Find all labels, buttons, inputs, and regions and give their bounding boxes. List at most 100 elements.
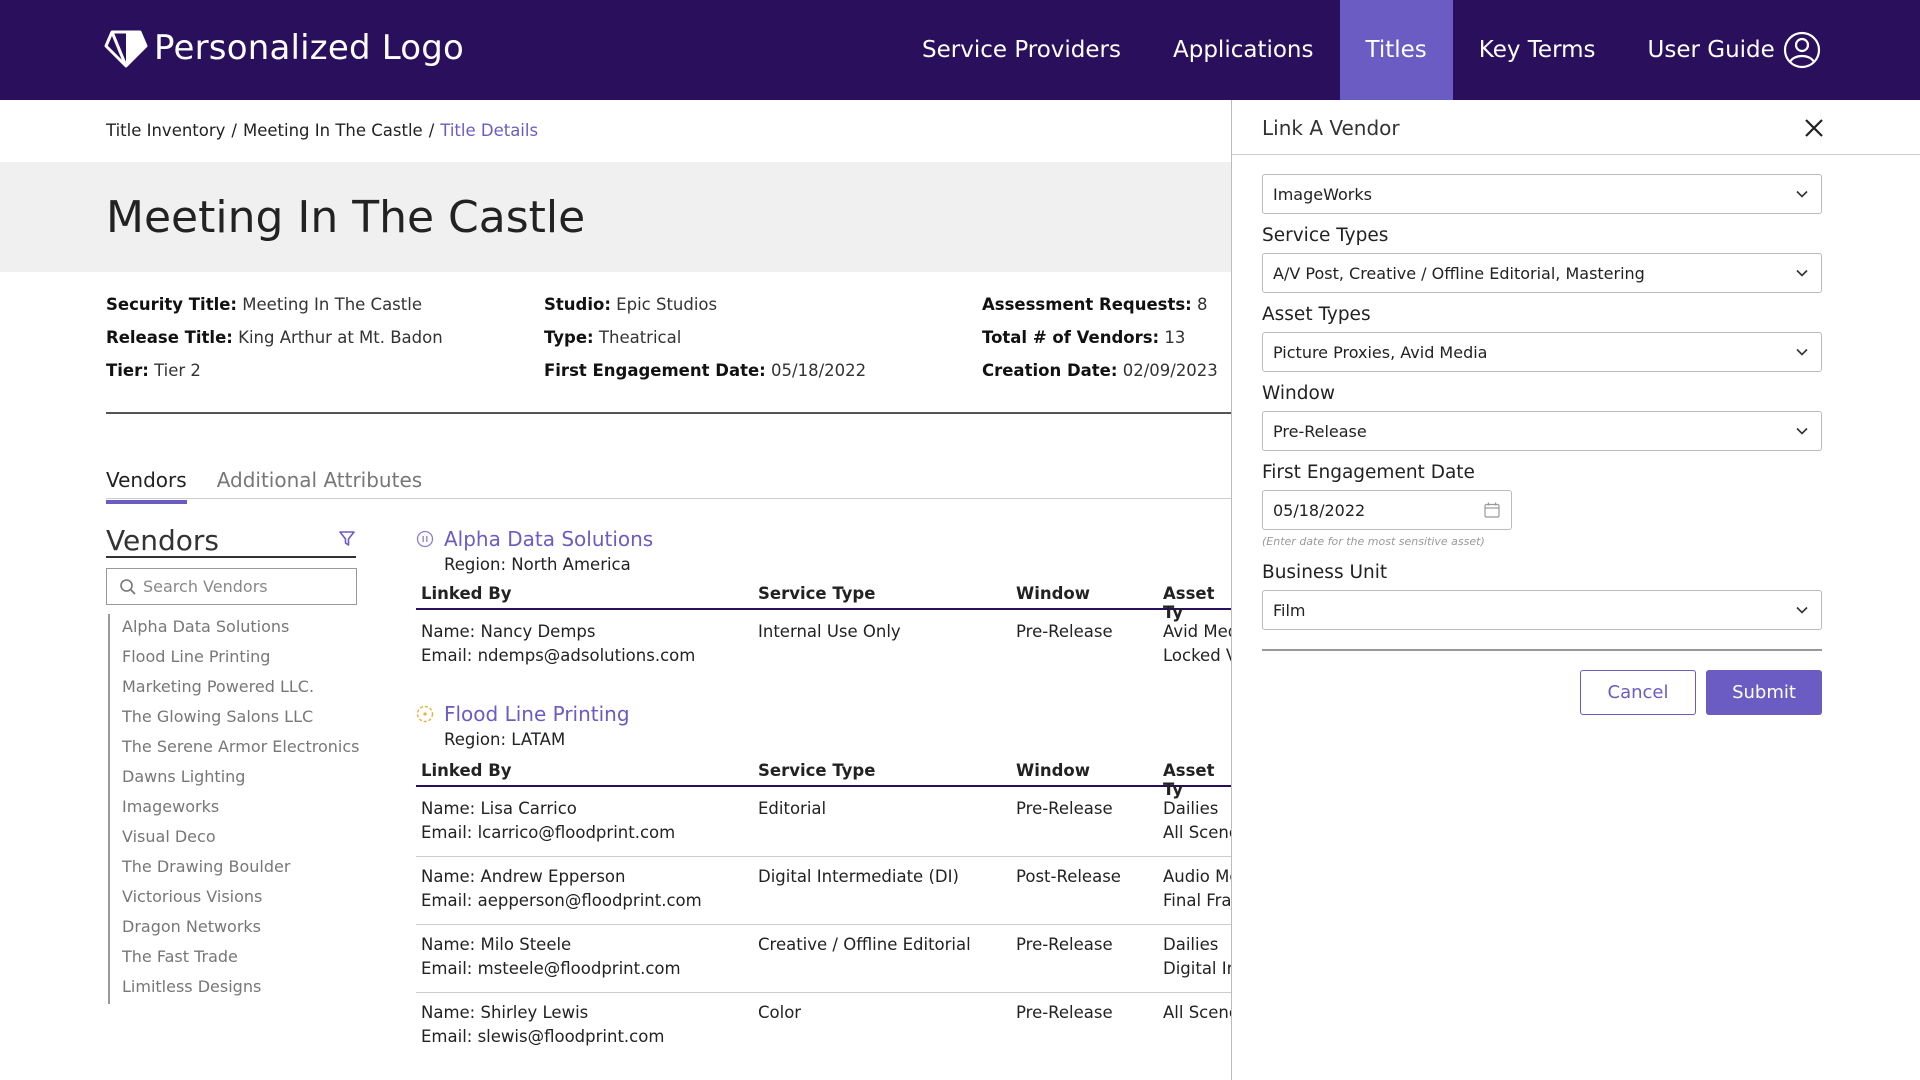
chevron-down-icon (1796, 427, 1808, 435)
first-engagement-date-input[interactable]: 05/18/2022 (1262, 490, 1512, 530)
vendor-list-item[interactable]: Visual Deco (122, 824, 359, 854)
in-progress-status-icon (416, 705, 434, 723)
linked-by-email: Email: ndemps@adsolutions.com (421, 646, 696, 665)
asset-types-cell: Dailies All Scene (1163, 797, 1232, 845)
first-engagement-date-value: 05/18/2022 (1273, 500, 1366, 520)
vendor-group-header: Alpha Data Solutions (416, 527, 653, 551)
vendor-list-item[interactable]: The Glowing Salons LLC (122, 704, 359, 734)
detail-value: Tier 2 (154, 361, 201, 380)
service-types-value: A/V Post, Creative / Offline Editorial, … (1273, 263, 1645, 283)
vendor-list-item[interactable]: Dawns Lighting (122, 764, 359, 794)
asset-type: Locked V (1163, 646, 1232, 665)
calendar-icon[interactable] (1483, 501, 1501, 519)
vendor-select[interactable]: ImageWorks (1262, 174, 1822, 214)
page-title: Meeting In The Castle (106, 192, 586, 243)
nav-key-terms[interactable]: Key Terms (1453, 0, 1622, 100)
asset-types-value: Picture Proxies, Avid Media (1273, 342, 1488, 362)
detail-value: 05/18/2022 (771, 361, 867, 380)
column-header-service-type: Service Type (758, 584, 876, 603)
linked-by-email: Email: msteele@floodprint.com (421, 959, 681, 978)
vendor-list: Alpha Data Solutions Flood Line Printing… (108, 614, 359, 1004)
vendor-list-item[interactable]: The Fast Trade (122, 944, 359, 974)
asset-type: Dailies (1163, 935, 1219, 954)
detail-label: First Engagement Date: (544, 361, 766, 380)
submit-button[interactable]: Submit (1706, 670, 1822, 715)
vendor-list-item[interactable]: Dragon Networks (122, 914, 359, 944)
linked-by-name: Name: Shirley Lewis (421, 1003, 589, 1022)
breadcrumb-title-inventory[interactable]: Title Inventory (106, 121, 225, 140)
column-header-linked-by: Linked By (421, 584, 512, 603)
vendor-list-item[interactable]: Flood Line Printing (122, 644, 359, 674)
detail-value: Theatrical (598, 328, 682, 347)
window-select[interactable]: Pre-Release (1262, 411, 1822, 451)
asset-types-cell: Avid Med Locked V (1163, 620, 1232, 668)
vendor-list-item[interactable]: The Serene Armor Electronics (122, 734, 359, 764)
column-header-window: Window (1016, 584, 1090, 603)
asset-types-label: Asset Types (1262, 304, 1371, 325)
vendor-group-name[interactable]: Alpha Data Solutions (444, 527, 653, 551)
service-types-label: Service Types (1262, 225, 1389, 246)
vendors-sidebar-header: Vendors (106, 524, 356, 558)
nav-user-guide[interactable]: User Guide (1622, 0, 1801, 100)
vendor-list-item[interactable]: Alpha Data Solutions (122, 614, 359, 644)
service-type-cell: Creative / Offline Editorial (758, 935, 971, 954)
linked-by-email: Email: aepperson@floodprint.com (421, 891, 702, 910)
breadcrumb-separator: / (231, 121, 237, 140)
filter-icon[interactable] (338, 530, 356, 548)
linked-by-email: Email: slewis@floodprint.com (421, 1027, 665, 1046)
close-icon[interactable] (1802, 116, 1826, 140)
vendor-search-input[interactable] (143, 577, 343, 596)
detail-value: 8 (1197, 295, 1208, 314)
service-types-select[interactable]: A/V Post, Creative / Offline Editorial, … (1262, 253, 1822, 293)
vendor-region: Region: North America (444, 555, 631, 574)
vendors-sidebar-title: Vendors (106, 524, 219, 557)
vendor-region: Region: LATAM (444, 730, 566, 749)
vendor-list-item[interactable]: Marketing Powered LLC. (122, 674, 359, 704)
nav-applications[interactable]: Applications (1147, 0, 1340, 100)
detail-studio: Studio: Epic Studios (544, 295, 866, 328)
vendor-list-item[interactable]: Limitless Designs (122, 974, 359, 1004)
nav-service-providers[interactable]: Service Providers (896, 0, 1147, 100)
detail-label: Release Title: (106, 328, 233, 347)
asset-types-cell: Audio Mo Final Fra (1163, 865, 1232, 913)
asset-types-cell: Dailies Digital In (1163, 933, 1232, 981)
tab-additional-attributes[interactable]: Additional Attributes (217, 468, 423, 504)
detail-value: Epic Studios (616, 295, 718, 314)
details-divider (106, 412, 1232, 414)
vendor-table-header: Linked By Service Type Window Asset Ty (416, 761, 1232, 799)
detail-label: Assessment Requests: (982, 295, 1192, 314)
window-cell: Pre-Release (1016, 1003, 1113, 1022)
tabs: Vendors Additional Attributes (106, 468, 452, 504)
service-type-cell: Digital Intermediate (DI) (758, 867, 959, 886)
main-nav: Service Providers Applications Titles Ke… (896, 0, 1801, 100)
chevron-down-icon (1796, 348, 1808, 356)
linked-by-cell: Name: Lisa Carrico Email: lcarrico@floodp… (421, 797, 675, 845)
vendor-group-name[interactable]: Flood Line Printing (444, 702, 630, 726)
service-type-cell: Internal Use Only (758, 622, 901, 641)
details-column-3: Assessment Requests: 8 Total # of Vendor… (982, 295, 1218, 394)
user-profile-icon[interactable] (1782, 30, 1822, 70)
detail-label: Security Title: (106, 295, 238, 314)
search-icon (120, 578, 136, 595)
linked-by-name: Name: Andrew Epperson (421, 867, 626, 886)
tab-vendors[interactable]: Vendors (106, 468, 187, 504)
vendor-list-item[interactable]: Imageworks (122, 794, 359, 824)
cancel-button[interactable]: Cancel (1580, 670, 1696, 715)
chevron-down-icon (1796, 606, 1808, 614)
nav-titles[interactable]: Titles (1339, 0, 1453, 100)
breadcrumb-title[interactable]: Meeting In The Castle (243, 121, 423, 140)
detail-total-vendors: Total # of Vendors: 13 (982, 328, 1218, 361)
vendor-list-item[interactable]: The Drawing Boulder (122, 854, 359, 884)
window-cell: Pre-Release (1016, 622, 1113, 641)
asset-types-select[interactable]: Picture Proxies, Avid Media (1262, 332, 1822, 372)
logo-icon (104, 30, 148, 68)
linked-by-cell: Name: Andrew Epperson Email: aepperson@fl… (421, 865, 702, 913)
chevron-down-icon (1796, 190, 1808, 198)
first-engagement-date-hint: (Enter date for the most sensitive asset… (1262, 535, 1485, 548)
business-unit-select[interactable]: Film (1262, 590, 1822, 630)
logo[interactable]: Personalized Logo (104, 26, 464, 70)
asset-type: Avid Med (1163, 622, 1232, 641)
detail-security-title: Security Title: Meeting In The Castle (106, 295, 443, 328)
linked-by-cell: Name: Shirley Lewis Email: slewis@floodpr… (421, 1001, 664, 1049)
vendor-list-item[interactable]: Victorious Visions (122, 884, 359, 914)
